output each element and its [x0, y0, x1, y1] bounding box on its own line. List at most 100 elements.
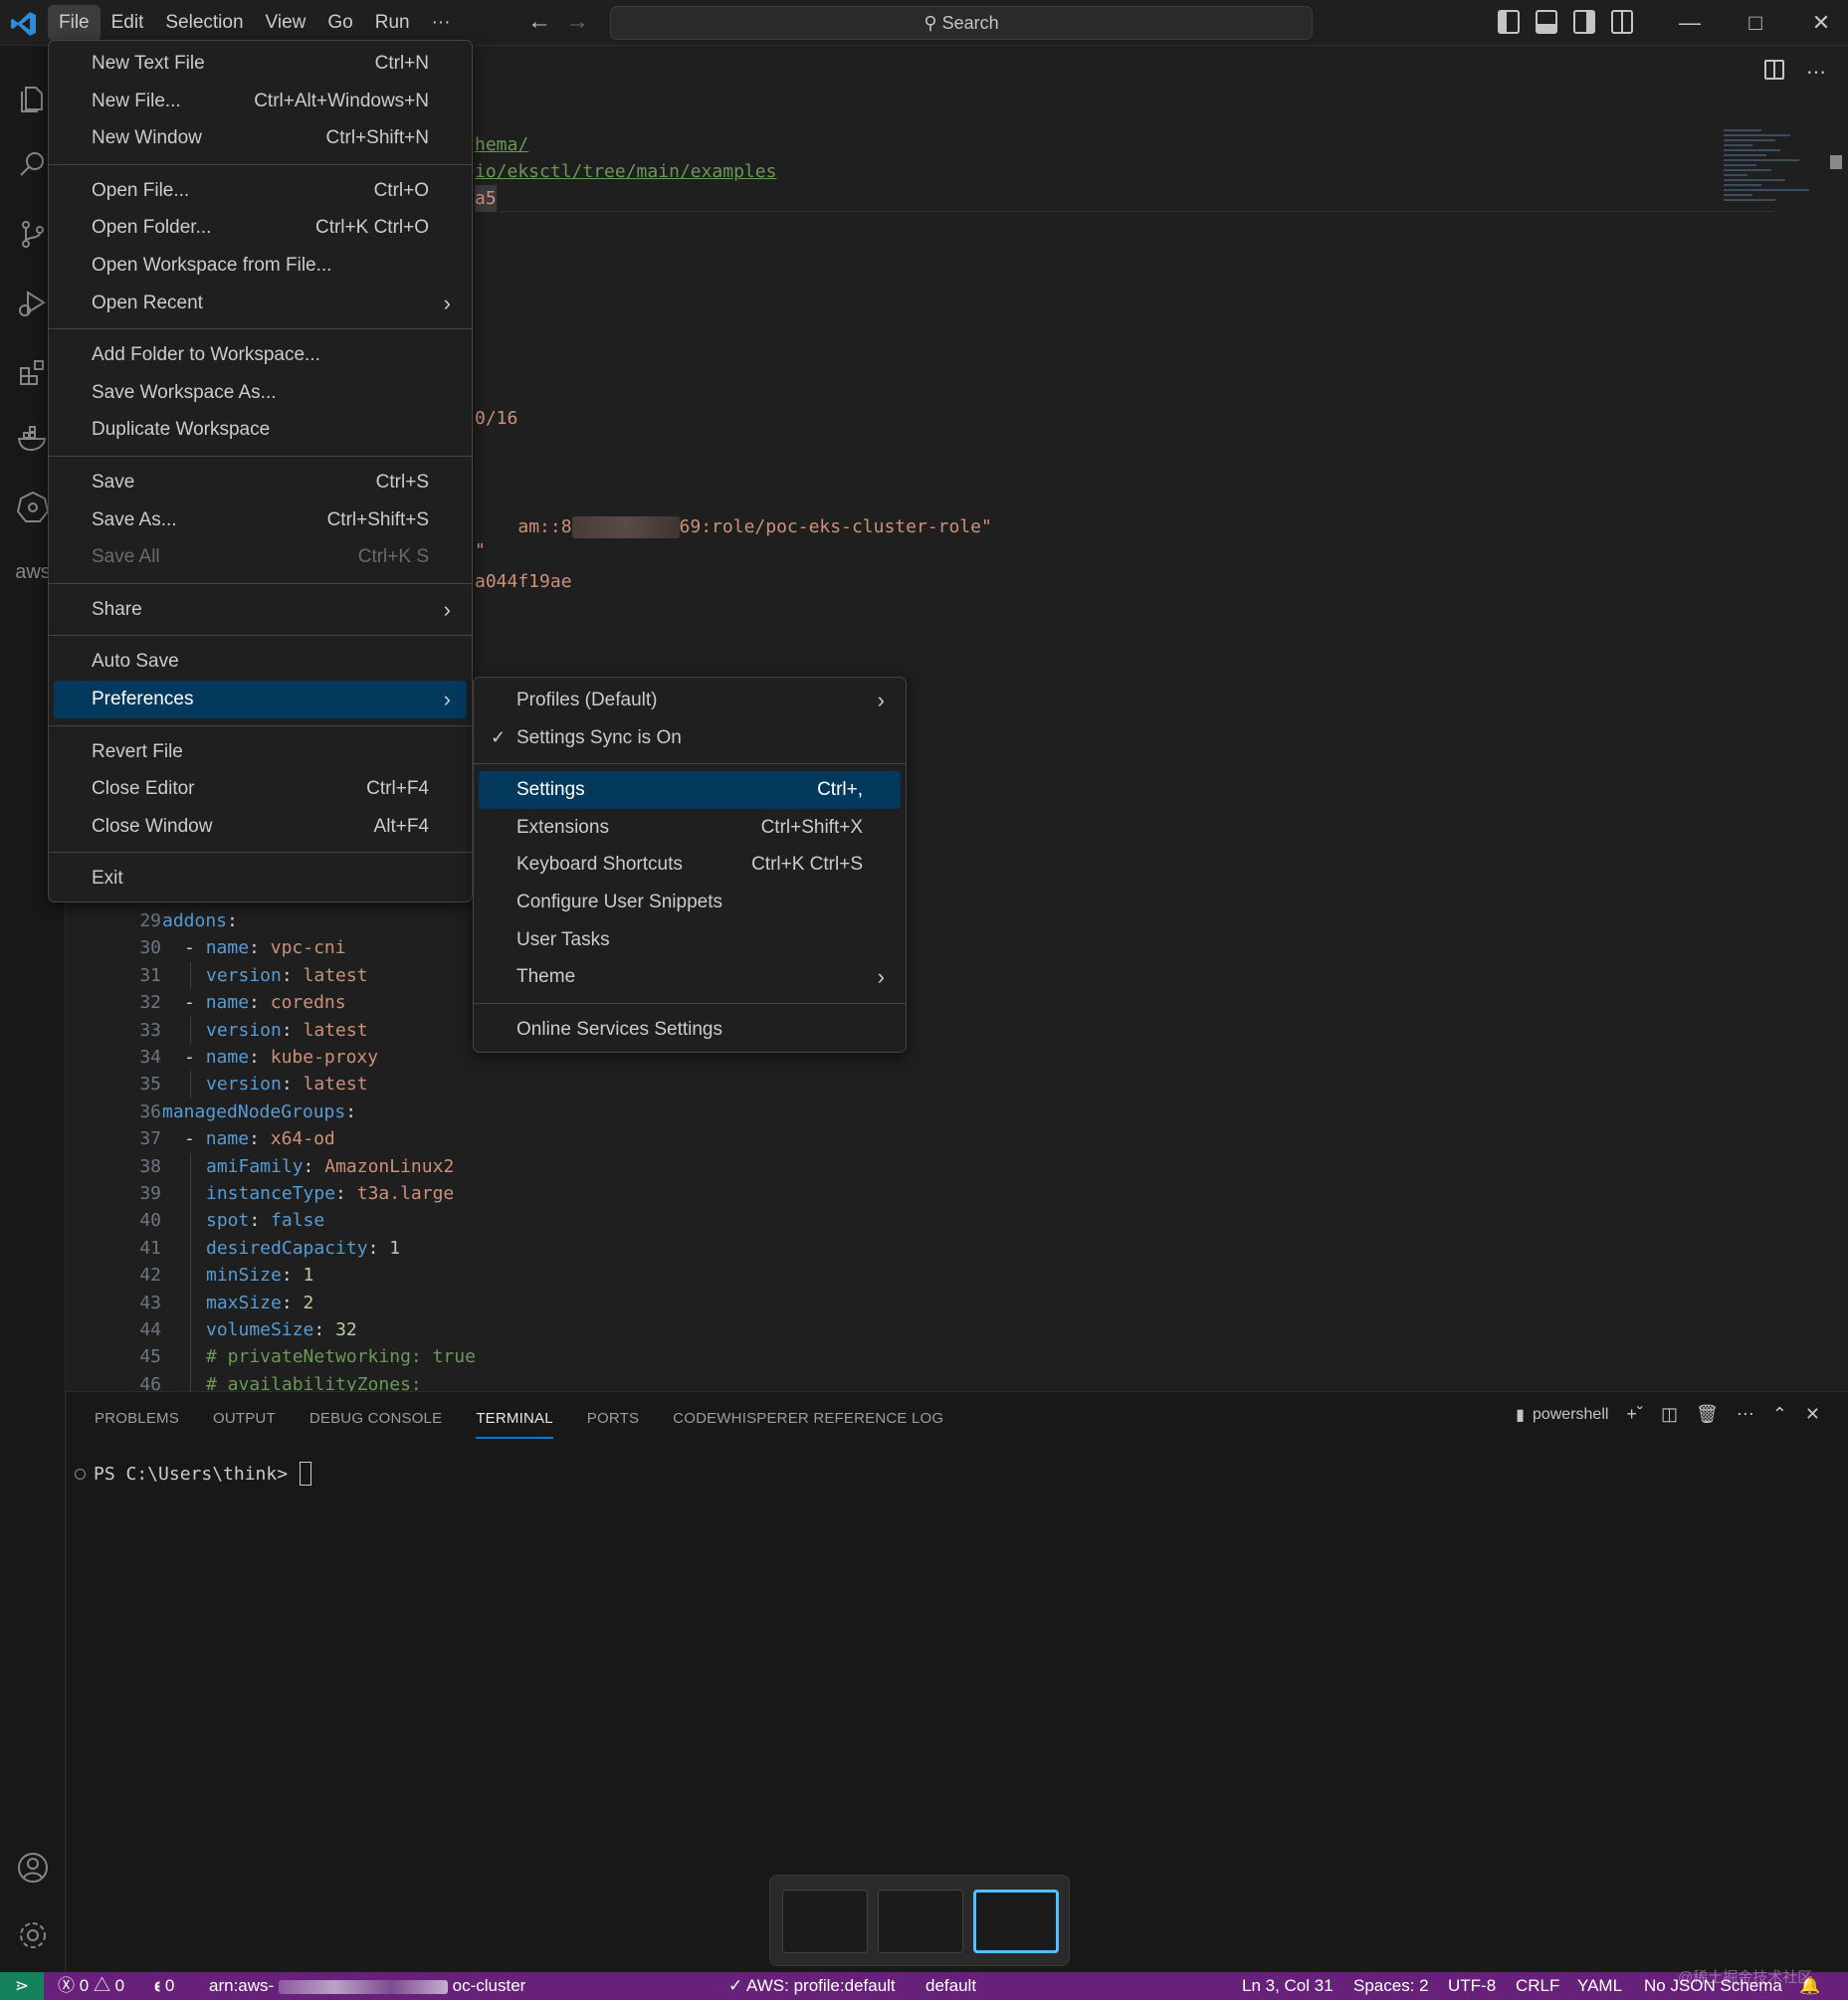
remote-indicator-icon[interactable]: ⋗ — [0, 1972, 44, 2000]
preferences-item-extensions[interactable]: Extensions Ctrl+Shift+X — [479, 809, 901, 847]
arrow-right-icon[interactable]: → — [565, 8, 589, 36]
indent-guide — [190, 1262, 191, 1290]
manage-gear-icon[interactable] — [0, 1902, 66, 1968]
menu-item-label: Settings Sync is On — [516, 726, 682, 748]
code-fragment: 0/16 — [475, 408, 518, 429]
file-menu-item-add-folder-to-workspace[interactable]: Add Folder to Workspace... — [54, 336, 467, 374]
current-line-border — [500, 211, 1773, 212]
toggle-secondary-sidebar-icon[interactable] — [1573, 10, 1595, 34]
preferences-item-keyboard-shortcuts[interactable]: Keyboard Shortcuts Ctrl+K Ctrl+S — [479, 846, 901, 884]
aws-region-default[interactable]: default — [925, 1972, 976, 2000]
file-menu-item-new-file[interactable]: New File... Ctrl+Alt+Windows+N — [54, 83, 467, 120]
file-menu-item-new-window[interactable]: New Window Ctrl+Shift+N — [54, 119, 467, 157]
code-line: - name: x64-od — [184, 1125, 335, 1152]
close-panel-icon[interactable]: ✕ — [1805, 1404, 1820, 1425]
editor-scrollbar[interactable] — [1830, 155, 1842, 169]
yaml-separator: : — [335, 1183, 357, 1204]
window-thumbnail[interactable] — [878, 1890, 963, 1953]
menu-item-label: Settings — [516, 779, 585, 801]
yaml-key: name — [205, 992, 250, 1014]
ports-indicator[interactable]: 𝛜 0 — [154, 1972, 174, 2000]
toggle-panel-icon[interactable] — [1536, 10, 1557, 34]
menu-separator — [474, 1002, 906, 1004]
panel-tab-problems[interactable]: PROBLEMS — [95, 1410, 179, 1439]
menu-separator — [49, 582, 472, 584]
panel-tab-terminal[interactable]: TERMINAL — [476, 1410, 553, 1439]
panel-tab-debug-console[interactable]: DEBUG CONSOLE — [309, 1410, 442, 1439]
yaml-separator: : — [249, 1047, 271, 1068]
line-number: 33 — [139, 1019, 161, 1041]
split-editor-icon[interactable] — [1764, 60, 1784, 80]
more-actions-icon[interactable]: ⋯ — [1806, 60, 1826, 85]
file-menu-item-preferences[interactable]: Preferences › — [54, 680, 467, 718]
maximize-icon[interactable]: □ — [1723, 6, 1788, 40]
yaml-separator: : — [313, 1319, 336, 1340]
command-center-search[interactable]: ⚲ Search — [610, 6, 1313, 40]
file-menu-item-open-folder[interactable]: Open Folder... Ctrl+K Ctrl+O — [54, 209, 467, 247]
preferences-item-online-services-settings[interactable]: Online Services Settings — [479, 1011, 901, 1049]
yaml-key: name — [205, 1047, 250, 1068]
indentation[interactable]: Spaces: 2 — [1353, 1972, 1429, 2000]
file-menu-item-open-workspace-from-file[interactable]: Open Workspace from File... — [54, 247, 467, 285]
file-menu-item-share[interactable]: Share › — [54, 591, 467, 629]
maximize-panel-icon[interactable]: ⌃ — [1772, 1404, 1787, 1425]
split-terminal-icon[interactable]: ◫ — [1661, 1404, 1678, 1425]
window-thumbnail[interactable] — [782, 1890, 868, 1953]
file-menu-item-save-as[interactable]: Save As... Ctrl+Shift+S — [54, 501, 467, 539]
code-fragment: hema/ — [475, 134, 529, 155]
panel-tab-codewhisperer-reference-log[interactable]: CODEWHISPERER REFERENCE LOG — [673, 1410, 943, 1439]
warning-icon: △ — [93, 1976, 110, 1995]
file-menu-item-revert-file[interactable]: Revert File — [54, 733, 467, 771]
error-icon: Ⓧ — [58, 1976, 75, 1995]
code-line: spot: false — [206, 1207, 324, 1234]
file-menu-item-exit[interactable]: Exit — [54, 860, 467, 898]
menu-separator — [49, 328, 472, 330]
file-menu-item-auto-save[interactable]: Auto Save — [54, 643, 467, 681]
arrow-left-icon[interactable]: ← — [527, 8, 551, 36]
problems-indicator[interactable]: Ⓧ 0 △ 0 — [58, 1972, 124, 2000]
yaml-key: spot — [206, 1210, 250, 1232]
panel-tab-output[interactable]: OUTPUT — [213, 1410, 276, 1439]
preferences-item-configure-user-snippets[interactable]: Configure User Snippets — [479, 884, 901, 921]
window-thumbnail-selected[interactable] — [973, 1890, 1059, 1953]
minimap[interactable] — [1724, 129, 1818, 229]
code-fragment: a044f19ae — [475, 571, 572, 592]
file-menu-item-save[interactable]: Save Ctrl+S — [54, 464, 467, 501]
line-ending[interactable]: CRLF — [1516, 1972, 1559, 2000]
language-mode[interactable]: YAML — [1577, 1972, 1622, 2000]
file-menu-item-save-all[interactable]: Save All Ctrl+K S — [54, 538, 467, 576]
file-menu-item-open-recent[interactable]: Open Recent › — [54, 285, 467, 322]
toggle-primary-sidebar-icon[interactable] — [1498, 10, 1520, 34]
panel-tab-ports[interactable]: PORTS — [587, 1410, 639, 1439]
file-menu-item-open-file[interactable]: Open File... Ctrl+O — [54, 172, 467, 210]
customize-layout-icon[interactable] — [1611, 10, 1633, 34]
file-menu-item-close-window[interactable]: Close Window Alt+F4 — [54, 808, 467, 846]
file-menu-item-new-text-file[interactable]: New Text File Ctrl+N — [54, 45, 467, 83]
list-dash: - — [184, 937, 206, 959]
accounts-icon[interactable] — [0, 1835, 66, 1900]
menu-separator — [474, 763, 906, 765]
preferences-item-settings-sync-is-on[interactable]: ✓ Settings Sync is On — [479, 719, 901, 757]
preferences-item-theme[interactable]: Theme › — [479, 958, 901, 996]
terminal-shell-selector[interactable]: ▮ powershell — [1516, 1405, 1608, 1425]
minimize-icon[interactable]: — — [1657, 6, 1723, 40]
menu-file[interactable]: File — [48, 5, 101, 41]
cursor-position[interactable]: Ln 3, Col 31 — [1242, 1972, 1334, 2000]
line-number: 44 — [139, 1319, 161, 1340]
close-window-icon[interactable]: ✕ — [1788, 6, 1848, 40]
terminal-output[interactable]: PS C:\Users\think> — [75, 1462, 312, 1486]
menu-item-label: Save — [92, 471, 135, 493]
yaml-key: version — [206, 1019, 282, 1041]
preferences-item-profiles-default[interactable]: Profiles (Default) › — [479, 682, 901, 719]
new-terminal-icon[interactable]: +ˇ — [1626, 1404, 1643, 1425]
aws-profile-indicator[interactable]: ✓ AWS: profile:default — [728, 1972, 896, 2000]
more-actions-icon[interactable]: ⋯ — [1737, 1404, 1754, 1425]
preferences-item-settings[interactable]: Settings Ctrl+, — [479, 771, 901, 809]
kill-terminal-icon[interactable]: 🗑 — [1696, 1404, 1719, 1425]
preferences-item-user-tasks[interactable]: User Tasks — [479, 921, 901, 959]
encoding[interactable]: UTF-8 — [1448, 1972, 1496, 2000]
file-menu-item-duplicate-workspace[interactable]: Duplicate Workspace — [54, 411, 467, 449]
aws-arn-indicator[interactable]: arn:aws- oc-cluster — [209, 1972, 525, 2000]
file-menu-item-close-editor[interactable]: Close Editor Ctrl+F4 — [54, 770, 467, 808]
file-menu-item-save-workspace-as[interactable]: Save Workspace As... — [54, 374, 467, 412]
